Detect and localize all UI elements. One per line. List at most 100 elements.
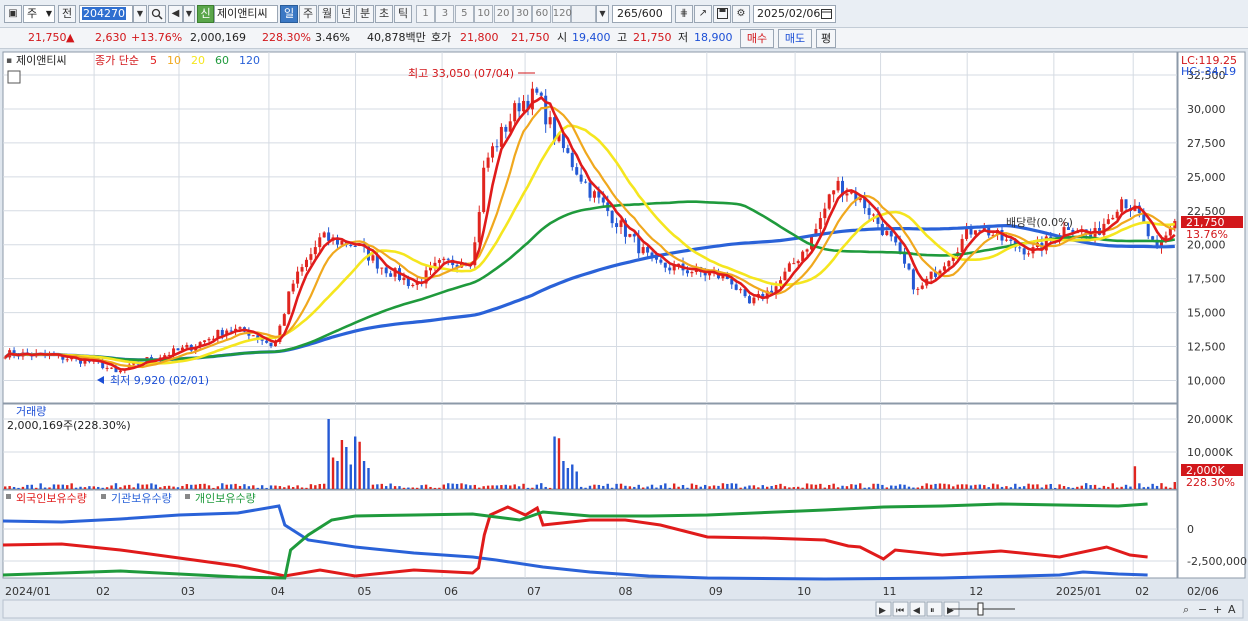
sound-dropdown-icon[interactable]: ▼: [183, 5, 195, 23]
volume-bar: [960, 484, 964, 489]
holdings-legend-item: 기관보유수량: [111, 492, 172, 505]
code-dropdown-icon[interactable]: ▼: [133, 5, 147, 23]
candle-body: [827, 194, 831, 209]
volume-bar: [575, 471, 578, 489]
chart-scrollbar[interactable]: ▶ ⏮ ◀ ⏸ ▶ ⌕ − + A: [2, 599, 1244, 619]
volume-bar: [885, 487, 889, 489]
candle-body: [619, 220, 623, 228]
calendar-icon[interactable]: [821, 8, 832, 19]
tab-3[interactable]: 년: [337, 5, 355, 23]
volume-bar: [1107, 486, 1110, 489]
candle-body: [685, 270, 689, 274]
minute-period-20[interactable]: 20: [493, 5, 513, 23]
volume-bar: [172, 486, 175, 489]
minus-icon[interactable]: −: [1198, 603, 1207, 616]
plus-icon[interactable]: +: [1213, 603, 1222, 616]
volume-bar: [859, 483, 862, 489]
volume-bar: [641, 487, 645, 489]
minute-dropdown-icon[interactable]: ▼: [596, 5, 609, 23]
volume-bar: [97, 486, 100, 489]
count-field[interactable]: 265/600: [612, 5, 672, 23]
tab-2[interactable]: 월: [318, 5, 336, 23]
minute-custom-select[interactable]: [571, 5, 596, 23]
save-icon[interactable]: [713, 5, 731, 23]
sell-button[interactable]: 매도: [778, 29, 812, 48]
candle-body: [783, 271, 787, 281]
volume-bar: [221, 483, 224, 489]
code-input-value: 204270: [82, 7, 126, 20]
volume-bar: [801, 487, 804, 489]
volume-bar: [495, 485, 499, 489]
date-value: 2025/02/06: [757, 7, 821, 20]
minute-period-10[interactable]: 10: [474, 5, 494, 23]
candle-body: [592, 191, 596, 198]
minute-period-60[interactable]: 60: [532, 5, 552, 23]
candle-body: [327, 232, 331, 241]
volume-bar: [88, 486, 91, 489]
holdings-tick-label: 0: [1187, 523, 1194, 536]
volume-bar: [819, 483, 822, 489]
x-tick-label: 06: [444, 585, 458, 598]
tab-4[interactable]: 분: [356, 5, 374, 23]
x-tick-label: 08: [619, 585, 633, 598]
volume-bar: [176, 487, 180, 489]
volume-bar: [420, 485, 423, 489]
date-field[interactable]: 2025/02/06: [753, 5, 836, 23]
volume-bar: [540, 483, 543, 489]
search-icon[interactable]: ⌕: [1183, 603, 1189, 616]
prefix-button[interactable]: 전: [58, 5, 76, 23]
grid-toggle-icon[interactable]: [7, 70, 21, 84]
tab-1[interactable]: 주: [299, 5, 317, 23]
minute-period-120[interactable]: 120: [551, 5, 572, 23]
volume-bar: [331, 457, 335, 489]
minute-period-30[interactable]: 30: [513, 5, 532, 23]
tab-5[interactable]: 초: [375, 5, 393, 23]
buy-button[interactable]: 매수: [740, 29, 774, 48]
tab-0[interactable]: 일: [280, 5, 298, 23]
avg-button[interactable]: 평: [816, 29, 836, 48]
volume-bar: [513, 484, 516, 489]
volume-bar: [686, 487, 689, 489]
stock-name-field[interactable]: 제이앤티씨: [214, 5, 278, 23]
code-input[interactable]: 204270: [79, 5, 133, 23]
volume-bar: [1084, 483, 1088, 489]
ma-period-5: 5: [150, 54, 157, 67]
bid-value: 21,750: [511, 31, 550, 44]
search-icon[interactable]: [148, 5, 166, 23]
volume-bar: [664, 483, 667, 489]
candle-body: [309, 254, 313, 260]
minute-period-3[interactable]: 3: [435, 5, 455, 23]
volume-bar: [349, 464, 352, 489]
tab-6[interactable]: 틱: [394, 5, 412, 23]
sound-icon[interactable]: ◀: [168, 5, 183, 23]
candle-body: [570, 152, 574, 168]
volume-bar: [766, 486, 769, 489]
draw-tool-icon[interactable]: ↗: [694, 5, 712, 23]
period-select[interactable]: 주 ▼: [23, 5, 55, 23]
candle-body: [446, 258, 450, 260]
candle-body: [845, 193, 849, 196]
volume-bar: [788, 487, 791, 489]
gear-icon[interactable]: ⚙: [732, 5, 750, 23]
volume-bar: [1062, 485, 1066, 489]
candle-body: [646, 247, 650, 253]
ma-label: 종가 단순: [95, 54, 139, 67]
window-menu-icon[interactable]: ▣: [4, 5, 22, 23]
indicator-icon[interactable]: ⋕: [675, 5, 693, 23]
volume-bar: [863, 487, 866, 489]
period-select-value: 주: [27, 7, 38, 20]
volume-bar: [407, 487, 410, 489]
text-icon[interactable]: A: [1228, 603, 1236, 616]
volume-bar: [872, 483, 875, 489]
stock-chart[interactable]: 32,50030,00027,50025,00022,50020,00017,5…: [0, 50, 1248, 621]
candle-body: [251, 335, 255, 337]
candle-body: [105, 367, 109, 369]
volume-bar: [105, 487, 109, 489]
minute-period-5[interactable]: 5: [454, 5, 474, 23]
minute-period-1[interactable]: 1: [416, 5, 435, 23]
zoom-slider-thumb[interactable]: [977, 602, 984, 616]
scroll-track[interactable]: [2, 599, 1244, 619]
volume-bar: [305, 487, 308, 489]
volume-bar: [21, 486, 25, 489]
volume-bar: [1045, 484, 1048, 489]
